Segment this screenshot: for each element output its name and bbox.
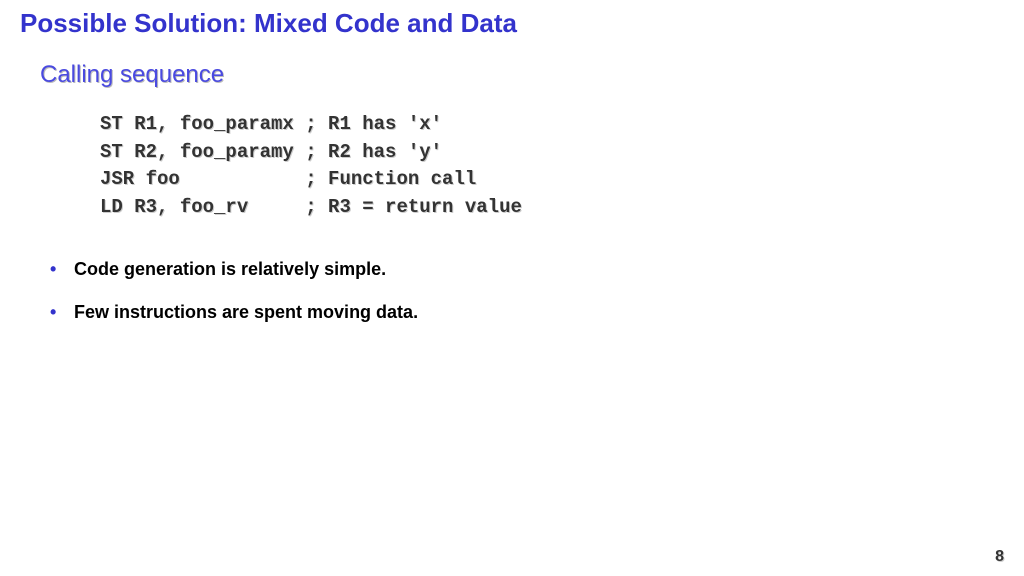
slide-subtitle: Calling sequence bbox=[40, 61, 1004, 89]
slide: Possible Solution: Mixed Code and Data C… bbox=[0, 0, 1024, 576]
slide-title: Possible Solution: Mixed Code and Data bbox=[20, 8, 1004, 39]
bullet-item: Few instructions are spent moving data. bbox=[50, 302, 1004, 323]
code-line-2: ST R2, foo_paramy ; R2 has 'y' bbox=[100, 141, 442, 163]
page-number: 8 bbox=[995, 548, 1004, 566]
code-line-3: JSR foo ; Function call bbox=[100, 168, 476, 190]
code-block: ST R1, foo_paramx ; R1 has 'x' ST R2, fo… bbox=[100, 111, 1004, 221]
code-line-1: ST R1, foo_paramx ; R1 has 'x' bbox=[100, 113, 442, 135]
code-line-4: LD R3, foo_rv ; R3 = return value bbox=[100, 196, 522, 218]
bullet-list: Code generation is relatively simple. Fe… bbox=[50, 259, 1004, 323]
bullet-item: Code generation is relatively simple. bbox=[50, 259, 1004, 280]
